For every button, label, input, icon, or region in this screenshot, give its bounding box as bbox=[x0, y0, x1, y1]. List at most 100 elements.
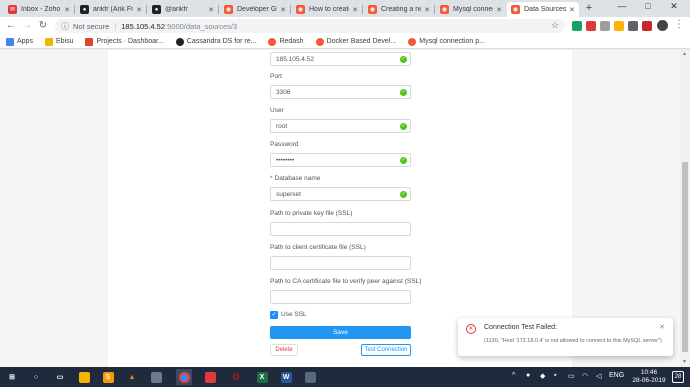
bookmark-apps[interactable]: Apps bbox=[6, 37, 33, 46]
scroll-up-arrow-icon[interactable]: ▲ bbox=[682, 51, 687, 57]
check-circle-icon: ✓ bbox=[400, 123, 407, 130]
profile-avatar[interactable] bbox=[657, 20, 668, 31]
security-label: Not secure bbox=[73, 21, 110, 31]
extension-icon[interactable] bbox=[600, 21, 610, 31]
host-field[interactable]: 185.105.4.52 ✓ bbox=[270, 52, 411, 66]
browser-tab[interactable]: ● arikfr (Arik Fra ✕ bbox=[76, 2, 146, 17]
redash-icon: ◉ bbox=[296, 5, 305, 14]
bookmark-item[interactable]: Mysql connection p... bbox=[408, 37, 485, 46]
save-button[interactable]: Save bbox=[270, 326, 411, 339]
address-bar[interactable]: ⓘ Not secure | 185.105.4.52 :5000/data_s… bbox=[55, 19, 565, 33]
extension-icon[interactable] bbox=[614, 21, 624, 31]
sublime-text-icon[interactable]: S bbox=[100, 369, 116, 385]
ssl-cert-field[interactable] bbox=[270, 256, 411, 270]
close-icon[interactable]: ✕ bbox=[659, 323, 665, 331]
tab-title: Developer Gui bbox=[237, 6, 277, 13]
browser-tab[interactable]: ● @arikfr ✕ bbox=[148, 2, 218, 17]
tab-close-icon[interactable]: ✕ bbox=[208, 6, 214, 14]
browser-tab[interactable]: ◉ Mysql connect ✕ bbox=[436, 2, 506, 17]
tray-chevron-icon[interactable]: ^ bbox=[512, 372, 515, 379]
search-icon[interactable]: ○ bbox=[28, 369, 44, 385]
extension-icon[interactable] bbox=[628, 21, 638, 31]
browser-tab[interactable]: ◉ Creating a new ✕ bbox=[364, 2, 434, 17]
extension-icon[interactable] bbox=[586, 21, 596, 31]
browser-toolbar: ← → ↻ ⓘ Not secure | 185.105.4.52 :5000/… bbox=[0, 17, 690, 35]
extension-icon[interactable] bbox=[572, 21, 582, 31]
database-name-field[interactable]: superset ✓ bbox=[270, 187, 411, 201]
action-center-badge[interactable]: 28 bbox=[672, 371, 684, 383]
tray-app-icon[interactable]: ◆ bbox=[540, 372, 545, 380]
test-connection-button[interactable]: Test Connection bbox=[361, 344, 411, 356]
browser-tab[interactable]: ◉ How to create ✕ bbox=[292, 2, 362, 17]
task-view-icon[interactable]: ▭ bbox=[52, 369, 68, 385]
tab-title: @arikfr bbox=[165, 6, 188, 13]
tab-close-icon[interactable]: ✕ bbox=[569, 6, 575, 14]
close-window-button[interactable]: ✕ bbox=[664, 1, 684, 12]
port-field[interactable]: 3306 ✓ bbox=[270, 85, 411, 99]
password-label: Password bbox=[270, 141, 299, 148]
file-explorer-icon[interactable] bbox=[76, 369, 92, 385]
maximize-button[interactable]: □ bbox=[638, 1, 658, 11]
chrome-icon[interactable] bbox=[176, 369, 192, 385]
tab-close-icon[interactable]: ✕ bbox=[352, 6, 358, 14]
tray-app-icon[interactable]: ● bbox=[526, 372, 530, 379]
tab-title: How to create bbox=[309, 6, 350, 13]
windows-start-icon[interactable]: ⊞ bbox=[4, 369, 20, 385]
scroll-down-arrow-icon[interactable]: ▼ bbox=[682, 359, 687, 365]
bookmark-item[interactable]: Ebisu bbox=[44, 37, 73, 46]
taskbar-clock[interactable]: 10:46 28-06-2019 bbox=[632, 369, 666, 385]
bookmark-star-icon[interactable]: ☆ bbox=[551, 20, 559, 31]
back-arrow-icon[interactable]: ← bbox=[4, 19, 18, 33]
word-icon[interactable]: W bbox=[278, 369, 294, 385]
github-icon: ● bbox=[152, 5, 161, 14]
tab-title: Data Sources bbox=[524, 6, 567, 13]
app-red-icon[interactable] bbox=[202, 369, 218, 385]
delete-button[interactable]: Delete bbox=[270, 344, 298, 356]
excel-icon[interactable]: X bbox=[254, 369, 270, 385]
redash-icon: ◉ bbox=[511, 5, 520, 14]
redash-icon bbox=[268, 37, 277, 46]
browser-tab-active[interactable]: ◉ Data Sources ✕ bbox=[507, 2, 579, 17]
network-icon[interactable]: ◠ bbox=[582, 372, 588, 380]
info-icon[interactable]: ⓘ bbox=[61, 21, 69, 32]
opera-icon[interactable]: O bbox=[228, 369, 244, 385]
extension-icon[interactable] bbox=[642, 21, 652, 31]
tab-close-icon[interactable]: ✕ bbox=[424, 6, 430, 14]
tab-title: Mysql connect bbox=[453, 6, 493, 13]
clock-date: 28-06-2019 bbox=[632, 377, 666, 384]
redash-icon: ◉ bbox=[368, 5, 377, 14]
bookmark-item[interactable]: Cassandra DS for re... bbox=[175, 37, 256, 46]
vlc-icon[interactable]: ▲ bbox=[124, 369, 140, 385]
tab-close-icon[interactable]: ✕ bbox=[136, 6, 142, 14]
tab-title: Inbox - Zoho M bbox=[21, 6, 61, 13]
bookmark-item[interactable]: Projects · Dashboar... bbox=[85, 37, 164, 46]
language-indicator[interactable]: ENG bbox=[609, 372, 624, 379]
browser-tab[interactable]: ◉ Developer Gui ✕ bbox=[220, 2, 290, 17]
forward-arrow-icon[interactable]: → bbox=[20, 19, 34, 33]
tray-app-icon[interactable]: ▪ bbox=[554, 372, 556, 379]
new-tab-button[interactable]: + bbox=[583, 2, 595, 14]
terminal-icon[interactable] bbox=[302, 369, 318, 385]
check-circle-icon: ✓ bbox=[400, 157, 407, 164]
chrome-menu-icon[interactable]: ⋮ bbox=[674, 19, 684, 30]
tab-close-icon[interactable]: ✕ bbox=[496, 6, 502, 14]
redash-icon: ◉ bbox=[440, 5, 449, 14]
use-ssl-checkbox[interactable]: ✓ bbox=[270, 311, 278, 319]
ssl-key-field[interactable] bbox=[270, 222, 411, 236]
user-field[interactable]: root ✓ bbox=[270, 119, 411, 133]
check-circle-icon: ✓ bbox=[400, 56, 407, 63]
bookmark-item[interactable]: Redash bbox=[268, 37, 304, 46]
app-icon[interactable] bbox=[148, 369, 164, 385]
bookmark-item[interactable]: Docker Based Devel... bbox=[315, 37, 396, 46]
tab-strip: ✉ Inbox - Zoho M ✕ ● arikfr (Arik Fra ✕ … bbox=[0, 0, 690, 17]
password-field[interactable]: •••••••• ✓ bbox=[270, 153, 411, 167]
tab-close-icon[interactable]: ✕ bbox=[280, 6, 286, 14]
browser-tab[interactable]: ✉ Inbox - Zoho M ✕ bbox=[4, 2, 74, 17]
battery-icon[interactable]: ▭ bbox=[568, 372, 575, 380]
reload-icon[interactable]: ↻ bbox=[36, 19, 50, 33]
scrollbar-thumb[interactable] bbox=[682, 162, 688, 352]
ssl-ca-field[interactable] bbox=[270, 290, 411, 304]
volume-icon[interactable]: ◁ bbox=[596, 372, 601, 380]
tab-close-icon[interactable]: ✕ bbox=[64, 6, 70, 14]
minimize-button[interactable]: — bbox=[612, 1, 632, 11]
